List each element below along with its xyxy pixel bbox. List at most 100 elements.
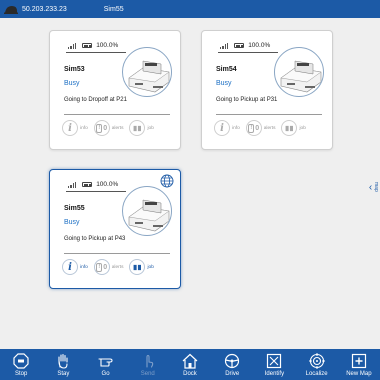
info-button[interactable]: i info bbox=[62, 120, 88, 136]
robot-image bbox=[122, 47, 172, 97]
map-tab-label: map bbox=[373, 182, 380, 192]
alerts-count: 0 bbox=[103, 124, 108, 132]
alert-icon: ! 0 bbox=[245, 120, 262, 136]
alerts-label: alerts bbox=[111, 264, 124, 270]
robot-state: Busy bbox=[216, 80, 232, 87]
job-button[interactable]: job bbox=[281, 120, 306, 136]
alerts-count: 0 bbox=[255, 124, 260, 132]
signal-strength-icon bbox=[68, 42, 77, 49]
battery-icon bbox=[82, 182, 93, 187]
battery-level: 100.0% bbox=[96, 181, 119, 188]
job-icon bbox=[129, 120, 146, 136]
map-plus-icon bbox=[351, 353, 366, 369]
localize-label: Localize bbox=[305, 371, 328, 377]
alerts-button[interactable]: ! 0 alerts bbox=[93, 120, 123, 136]
robot-name: Sim53 bbox=[64, 66, 85, 73]
robot-state: Busy bbox=[64, 219, 80, 226]
map-panel-toggle[interactable]: ‹ map bbox=[368, 176, 380, 198]
alert-icon: ! 0 bbox=[93, 120, 110, 136]
robot-task: Going to Dropoff at P21 bbox=[64, 97, 127, 103]
signal-strength-icon bbox=[68, 181, 77, 188]
robot-actions: i info ! 0 alerts job bbox=[62, 120, 154, 136]
info-button[interactable]: i info bbox=[62, 259, 88, 275]
card-divider bbox=[64, 114, 170, 115]
stop-label: Stop bbox=[14, 371, 28, 377]
info-label: info bbox=[80, 264, 88, 270]
robot-card[interactable]: 100.0% Sim55 Busy Going to Pickup at P43… bbox=[49, 169, 181, 289]
alerts-button[interactable]: ! 0 alerts bbox=[245, 120, 276, 136]
robot-ip-address: 50.203.233.23 bbox=[22, 5, 67, 13]
robot-image bbox=[122, 186, 172, 236]
job-button[interactable]: job bbox=[129, 120, 154, 136]
info-icon: i bbox=[214, 120, 230, 136]
card-divider bbox=[64, 253, 170, 254]
job-icon bbox=[281, 120, 298, 136]
go-button[interactable]: Go bbox=[84, 349, 126, 380]
stay-label: Stay bbox=[57, 371, 70, 377]
new-map-button[interactable]: New Map bbox=[338, 349, 380, 380]
robot-card[interactable]: 100.0% Sim53 Busy Going to Dropoff at P2… bbox=[49, 30, 181, 150]
battery-level: 100.0% bbox=[248, 42, 271, 49]
dock-button[interactable]: Dock bbox=[169, 349, 211, 380]
robot-status-row: 100.0% bbox=[68, 181, 118, 188]
stop-button[interactable]: Stop bbox=[0, 349, 42, 380]
new-map-label: New Map bbox=[346, 371, 372, 377]
alerts-button[interactable]: ! 0 alerts bbox=[93, 259, 124, 275]
info-icon: i bbox=[62, 259, 78, 275]
job-label: job bbox=[299, 125, 306, 131]
pointing-hand-icon bbox=[97, 358, 113, 367]
robot-card[interactable]: 100.0% Sim54 Busy Going to Pickup at P31… bbox=[201, 30, 333, 150]
status-divider bbox=[66, 191, 126, 192]
battery-level: 100.0% bbox=[96, 42, 119, 49]
alerts-count: 0 bbox=[103, 263, 108, 271]
info-label: info bbox=[232, 125, 240, 131]
battery-icon bbox=[82, 43, 93, 48]
dock-label: Dock bbox=[183, 371, 197, 377]
battery-icon bbox=[234, 43, 245, 48]
job-icon bbox=[129, 259, 146, 275]
status-divider bbox=[66, 52, 126, 53]
status-divider bbox=[218, 52, 278, 53]
logo-icon bbox=[4, 4, 18, 14]
steering-wheel-icon bbox=[225, 353, 240, 369]
home-icon bbox=[182, 353, 198, 369]
robot-status-row: 100.0% bbox=[220, 42, 270, 49]
identify-button[interactable]: Identify bbox=[253, 349, 295, 380]
robot-task: Going to Pickup at P31 bbox=[216, 97, 278, 103]
hand-icon bbox=[58, 353, 68, 369]
robot-state: Busy bbox=[64, 80, 80, 87]
drive-label: Drive bbox=[225, 371, 240, 377]
identify-label: Identify bbox=[264, 371, 285, 377]
target-icon bbox=[308, 353, 325, 369]
alerts-label: alerts bbox=[263, 125, 276, 131]
bottom-toolbar: Stop Stay Go Send Dock Drive Identify Lo… bbox=[0, 349, 380, 380]
send-label: Send bbox=[140, 371, 155, 377]
job-label: job bbox=[147, 125, 154, 131]
top-bar: 50.203.233.23 Sim55 bbox=[0, 0, 380, 18]
info-icon: i bbox=[62, 120, 78, 136]
card-divider bbox=[216, 114, 322, 115]
alert-icon: ! 0 bbox=[93, 259, 110, 275]
go-label: Go bbox=[101, 371, 110, 377]
chevron-left-icon: ‹ bbox=[368, 181, 373, 193]
identify-icon bbox=[267, 353, 282, 369]
drive-button[interactable]: Drive bbox=[211, 349, 253, 380]
localize-button[interactable]: Localize bbox=[296, 349, 338, 380]
robot-actions: i info ! 0 alerts job bbox=[214, 120, 306, 136]
globe-icon bbox=[160, 174, 174, 188]
send-button[interactable]: Send bbox=[127, 349, 169, 380]
info-label: info bbox=[80, 125, 88, 131]
stay-button[interactable]: Stay bbox=[42, 349, 84, 380]
robot-name: Sim54 bbox=[216, 66, 237, 73]
job-label: job bbox=[147, 264, 154, 270]
selected-robot-name: Sim55 bbox=[103, 5, 124, 13]
robot-actions: i info ! 0 alerts job bbox=[62, 259, 154, 275]
robot-task: Going to Pickup at P43 bbox=[64, 236, 126, 242]
job-button[interactable]: job bbox=[129, 259, 154, 275]
tap-icon bbox=[146, 354, 153, 368]
robot-image bbox=[274, 47, 324, 97]
robot-status-row: 100.0% bbox=[68, 42, 118, 49]
robot-name: Sim55 bbox=[64, 205, 85, 212]
stop-icon bbox=[13, 353, 29, 369]
info-button[interactable]: i info bbox=[214, 120, 240, 136]
